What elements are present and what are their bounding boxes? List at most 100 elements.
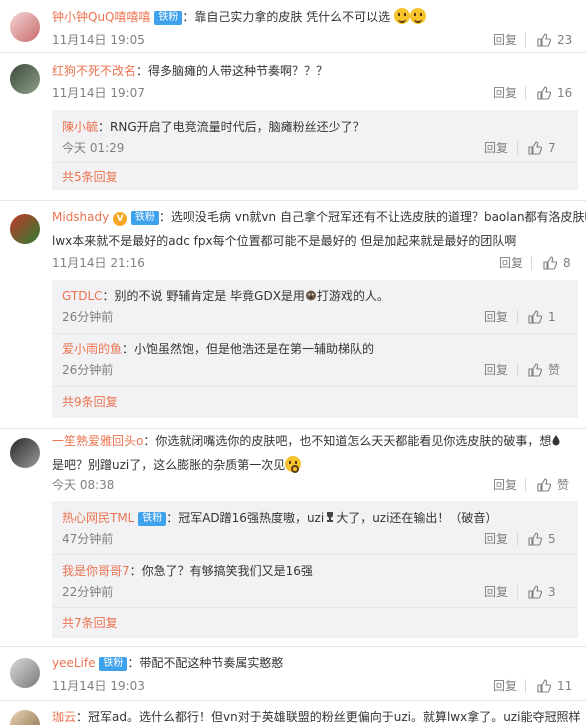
username[interactable]: 珈云 <box>52 710 76 724</box>
reply-button[interactable]: 回复 <box>484 583 508 601</box>
comment-item: 红狗不死不改名：得多脑瘫的人带这种节奏啊？？？ 11月14日 19:07 回复 … <box>0 52 586 200</box>
fan-badge: 铁粉 <box>99 657 128 671</box>
reply-button[interactable]: 回复 <box>493 476 517 494</box>
username[interactable]: 爱小雨的鱼 <box>62 342 122 356</box>
more-replies-link[interactable]: 共9条回复 <box>62 393 118 411</box>
like-count: 16 <box>557 86 573 100</box>
like-button[interactable]: 赞 <box>537 476 569 494</box>
like-count: 3 <box>548 585 556 599</box>
like-count: 8 <box>563 256 571 270</box>
like-count: 1 <box>548 310 556 324</box>
like-button[interactable]: 赞 <box>528 361 560 379</box>
reply-item: 爱小雨的鱼：小饱虽然饱，但是他浩还是在第一辅助梯队的 26分钟前 回复 赞 <box>62 342 561 379</box>
timestamp: 11月14日 19:03 <box>52 679 145 693</box>
timestamp: 22分钟前 <box>62 585 114 599</box>
reply-button[interactable]: 回复 <box>484 308 508 326</box>
comment-item: Midshady V 铁粉 ：选呗没毛病 vn就vn 自己拿个冠军还有不让选皮肤的… <box>0 200 586 428</box>
thumbs-up-icon <box>537 478 551 492</box>
more-replies-link[interactable]: 共5条回复 <box>62 168 118 186</box>
reply-list: 热心网民TML 铁粉 ：冠军AD蹭16强热度嗷，uzi 大了，uzi还在输出！（破音… <box>52 501 578 638</box>
timestamp: 11月14日 19:05 <box>52 33 145 47</box>
timestamp: 26分钟前 <box>62 363 114 377</box>
username[interactable]: 钟小钟QuQ嘻嘻嘻 <box>52 10 151 24</box>
reply-button[interactable]: 回复 <box>484 361 508 379</box>
comment-item: yeeLife 铁粉 ：带配不配这种节奏属实憨憨 11月14日 19:03 回复 … <box>0 646 586 700</box>
like-count: 7 <box>548 141 556 155</box>
comment-text: 冠军ad。选什么都行！但vn对于英雄联盟的粉丝更偏向于uzi。就算lwx拿了。u… <box>88 710 581 724</box>
avatar[interactable] <box>10 710 40 725</box>
reply-button[interactable]: 回复 <box>493 84 517 102</box>
like-button[interactable]: 7 <box>528 139 556 157</box>
thumbs-up-icon <box>537 679 551 693</box>
timestamp: 今天 01:29 <box>62 141 125 155</box>
thumbs-up-icon <box>528 310 542 324</box>
verified-icon: V <box>113 212 128 226</box>
like-button[interactable]: 3 <box>528 583 556 601</box>
thumbs-up-icon <box>528 585 542 599</box>
username[interactable]: 我是你哥哥7 <box>62 564 130 578</box>
thumbs-up-icon <box>537 86 551 100</box>
comment-text: 选呗没毛病 vn就vn 自己拿个冠军还有不让选皮肤的道理？baolan都有洛皮肤… <box>170 210 586 224</box>
grin-emoji-icon <box>410 8 426 24</box>
thumbs-up-icon <box>537 33 551 47</box>
username[interactable]: 一笙熟爱雅回头o <box>52 434 143 448</box>
grin-emoji-icon <box>394 8 410 24</box>
timestamp: 今天 08:38 <box>52 478 115 492</box>
reply-text: 别的不说 野辅肯定是 毕竟GDX是用 <box>114 289 305 303</box>
thumbs-up-icon <box>528 532 542 546</box>
like-button[interactable]: 1 <box>528 308 556 326</box>
reply-item: 热心网民TML 铁粉 ：冠军AD蹭16强热度嗷，uzi 大了，uzi还在输出！（破音… <box>62 511 556 548</box>
like-count: 赞 <box>548 363 561 377</box>
username[interactable]: 红狗不死不改名 <box>52 64 136 78</box>
reply-text: 小饱虽然饱，但是他浩还是在第一辅助梯队的 <box>134 342 375 356</box>
thumbs-up-icon <box>543 256 557 270</box>
reply-list: GTDLC：别的不说 野辅肯定是 毕竟GDX是用 打游戏的人。 26分钟前 回复 … <box>52 280 578 418</box>
username[interactable]: GTDLC <box>62 289 103 303</box>
thumbs-up-icon <box>528 363 542 377</box>
like-count: 11 <box>557 679 573 693</box>
avatar[interactable] <box>10 64 40 94</box>
username[interactable]: 热心网民TML <box>62 511 134 525</box>
like-count: 23 <box>557 33 573 47</box>
comment-text: 你选就闭嘴选你的皮肤吧，也不知道怎么天天都能看见你选皮肤的破事，想 <box>155 434 552 448</box>
trophy-icon <box>327 512 334 522</box>
comment-item: 钟小钟QuQ嘻嘻嘻 铁粉 ：靠自己实力拿的皮肤 凭什么不可以选 11月14日 19… <box>0 0 586 52</box>
reply-list: 陳小毓：RNG开启了电竞流量时代后，脑瘫粉丝还少了？ 今天 01:29 回复 7… <box>52 110 578 190</box>
comment-text: 带配不配这种节奏属实憨憨 <box>139 656 284 670</box>
like-button[interactable]: 5 <box>528 530 556 548</box>
avatar[interactable] <box>10 214 40 244</box>
reply-button[interactable]: 回复 <box>484 530 508 548</box>
timestamp: 11月14日 21:16 <box>52 256 145 270</box>
avatar[interactable] <box>10 438 40 468</box>
like-button[interactable]: 8 <box>543 254 571 272</box>
comment-text-continued: lwx本来就不是最好的adc fpx每个位置都可能不是最好的 但是加起来就是最好… <box>52 234 517 248</box>
shocked-emoji-icon <box>285 456 302 473</box>
comment-text-continued: 是吧？别蹭uzi了，这么膨胀的杂质第一次见 <box>52 458 286 472</box>
like-count: 赞 <box>557 478 570 492</box>
fan-badge: 铁粉 <box>130 211 159 225</box>
reply-button[interactable]: 回复 <box>484 139 508 157</box>
dog-face-icon <box>305 290 316 301</box>
reply-button[interactable]: 回复 <box>499 254 523 272</box>
reply-text: 冠军AD蹭16强热度嗷，uzi <box>178 511 325 525</box>
drop-icon <box>552 435 560 446</box>
reply-item: 陳小毓：RNG开启了电竞流量时代后，脑瘫粉丝还少了？ 今天 01:29 回复 7 <box>62 120 556 157</box>
like-button[interactable]: 16 <box>537 84 572 102</box>
avatar[interactable] <box>10 12 40 42</box>
reply-button[interactable]: 回复 <box>493 31 517 49</box>
timestamp: 26分钟前 <box>62 310 114 324</box>
username[interactable]: yeeLife <box>52 656 96 670</box>
reply-button[interactable]: 回复 <box>493 677 517 695</box>
comment-item: 珈云：冠军ad。选什么都行！但vn对于英雄联盟的粉丝更偏向于uzi。就算lwx拿… <box>0 700 586 725</box>
comment-text: 靠自己实力拿的皮肤 凭什么不可以选 <box>194 10 391 24</box>
avatar[interactable] <box>10 658 40 688</box>
username[interactable]: 陳小毓 <box>62 120 98 134</box>
like-button[interactable]: 11 <box>537 677 572 695</box>
username[interactable]: Midshady <box>52 210 109 224</box>
reply-item: GTDLC：别的不说 野辅肯定是 毕竟GDX是用 打游戏的人。 26分钟前 回复 … <box>62 289 556 326</box>
timestamp: 47分钟前 <box>62 532 114 546</box>
like-button[interactable]: 23 <box>537 31 572 49</box>
reply-text: 你急了？有够搞笑我们又是16强 <box>141 564 313 578</box>
reply-text: RNG开启了电竞流量时代后，脑瘫粉丝还少了？ <box>110 120 365 134</box>
more-replies-link[interactable]: 共7条回复 <box>62 614 118 632</box>
